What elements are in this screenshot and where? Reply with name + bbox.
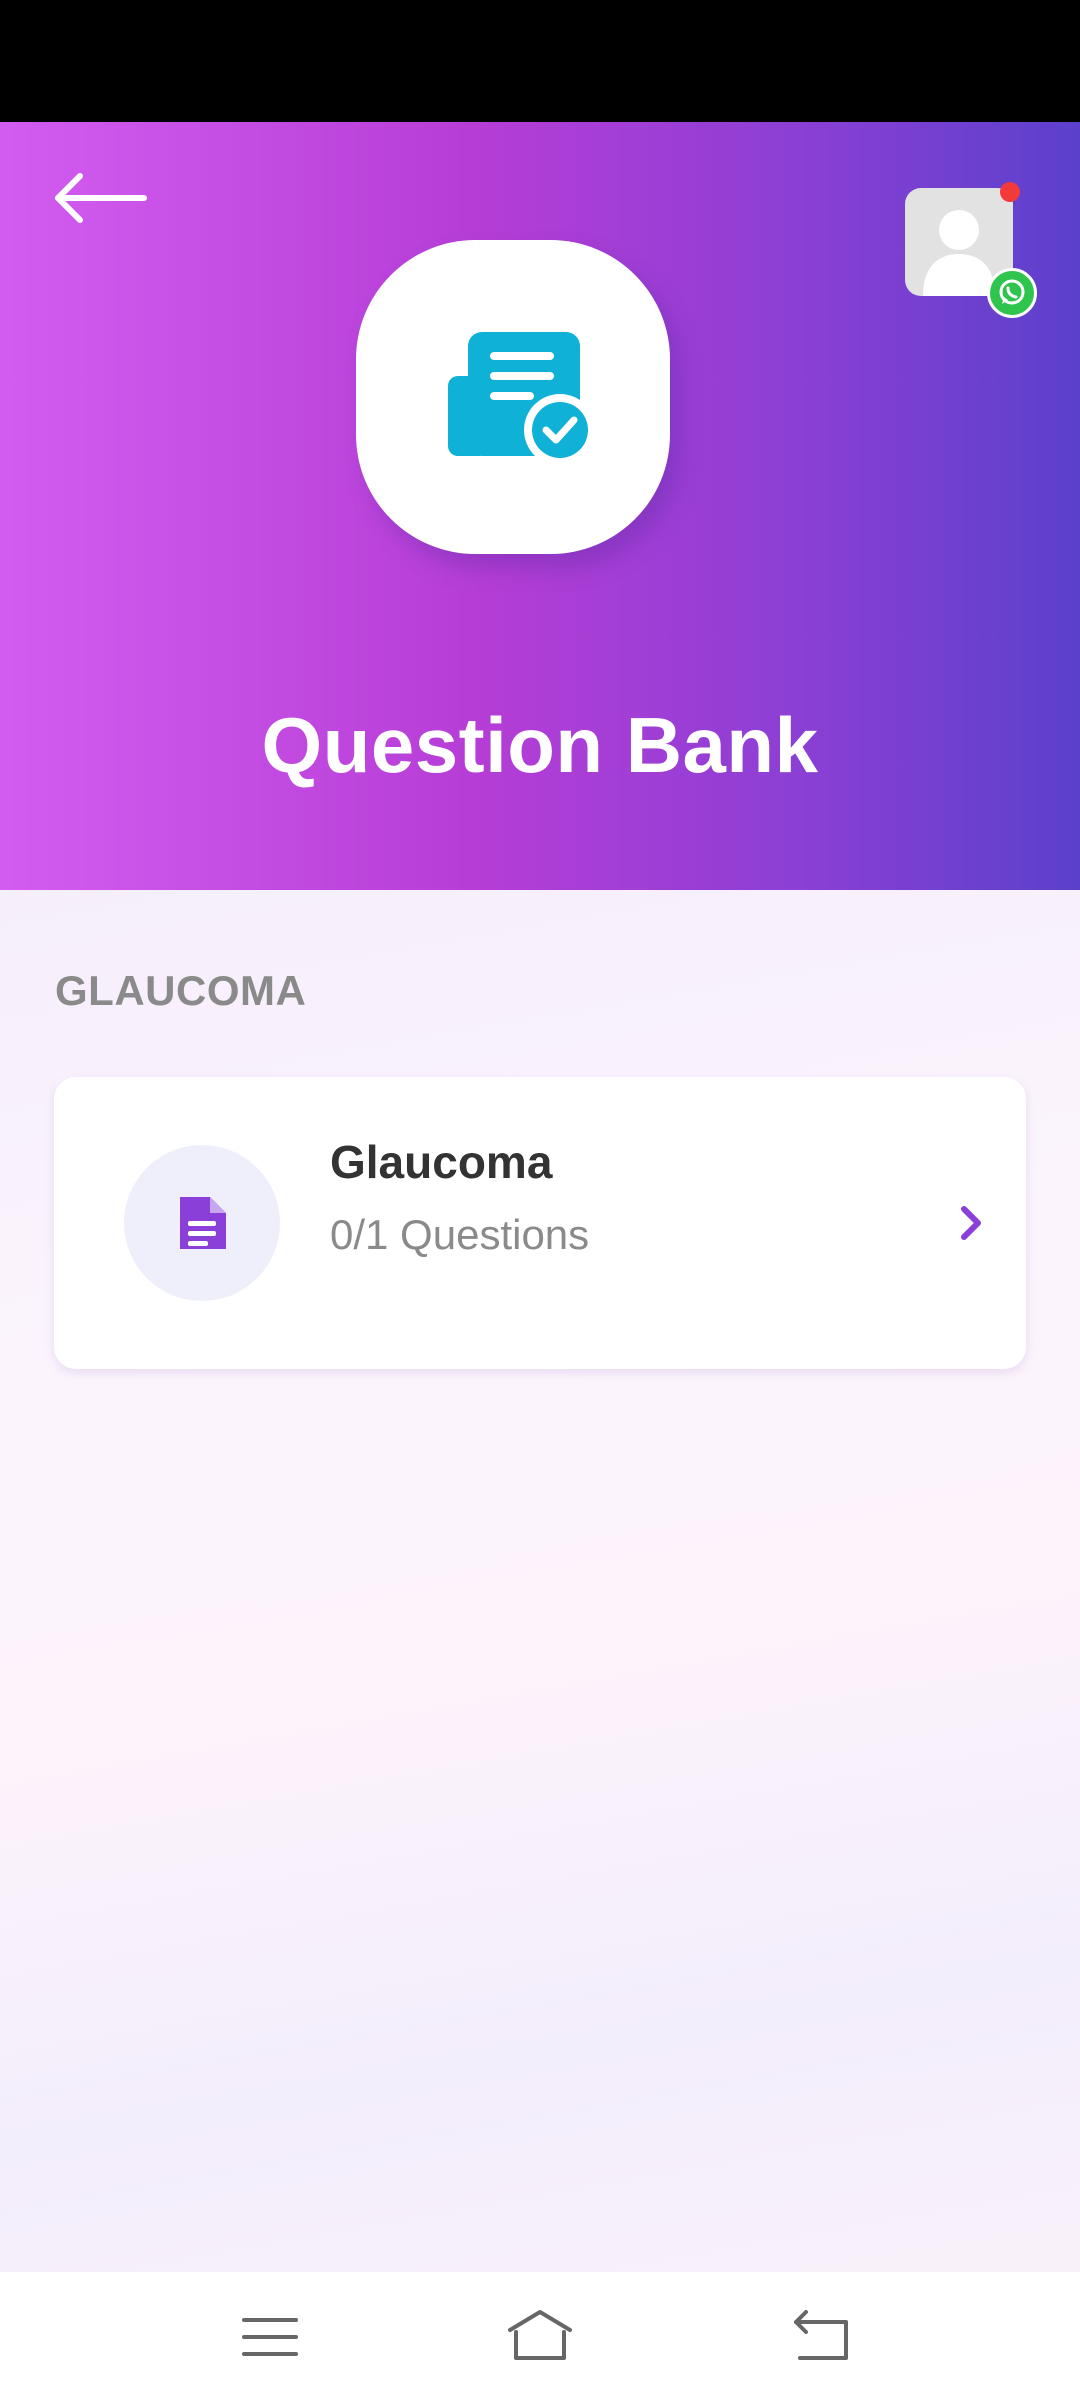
section-title: GLAUCOMA xyxy=(55,967,307,1014)
nav-home-button[interactable] xyxy=(500,2302,580,2372)
document-check-icon xyxy=(448,332,594,466)
back-button[interactable] xyxy=(50,168,150,228)
nav-back-button[interactable] xyxy=(782,2302,862,2372)
whatsapp-icon xyxy=(987,268,1037,318)
arrow-left-icon xyxy=(55,173,147,223)
document-icon xyxy=(180,1197,226,1249)
menu-icon xyxy=(242,2318,298,2356)
item-title: Glaucoma xyxy=(330,1136,553,1188)
app-icon-tile xyxy=(356,240,670,554)
list-item[interactable]: Glaucoma 0/1 Questions xyxy=(54,1077,1026,1369)
chevron-right-icon xyxy=(961,1206,981,1240)
home-icon xyxy=(508,2310,572,2360)
nav-menu-button[interactable] xyxy=(230,2302,310,2372)
back-icon xyxy=(794,2310,848,2360)
page-title: Question Bank xyxy=(261,701,819,789)
item-icon-circle xyxy=(124,1145,280,1301)
status-bar xyxy=(0,0,1080,122)
system-nav-bar xyxy=(0,2272,1080,2400)
item-subtitle: 0/1 Questions xyxy=(330,1211,590,1258)
notification-dot xyxy=(1000,182,1020,202)
profile-avatar-button[interactable] xyxy=(905,182,1037,318)
